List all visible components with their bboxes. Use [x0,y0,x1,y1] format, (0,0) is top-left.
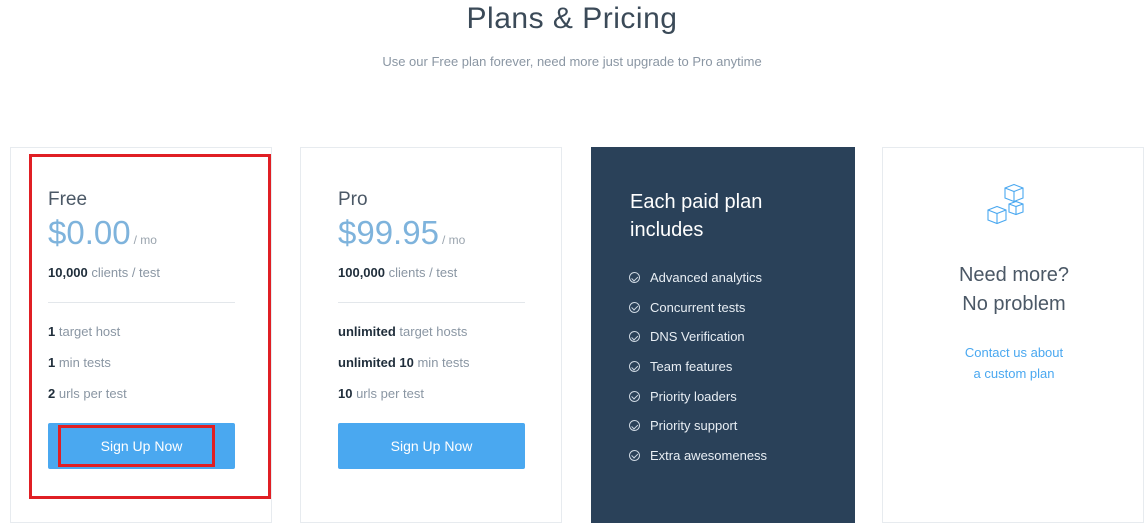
plan-feature-line: unlimited 10 min tests [338,355,469,370]
need-more-line1: Need more? [958,264,1070,286]
feature-value: unlimited 10 [338,355,414,370]
feature-item-label: Concurrent tests [650,299,746,315]
contact-link-line2: a custom plan [973,366,1055,381]
feature-item: Advanced analytics [629,263,767,293]
check-circle-icon [629,420,640,432]
feature-value: unlimited [338,324,396,339]
paid-features-card: Each paid plan includes Advanced analyti… [591,147,855,523]
custom-plan-card: Need more? No problem Contact us about a… [882,147,1144,523]
features-title: Each paid plan includes [630,191,763,241]
plan-feature-line: 10 urls per test [338,386,424,401]
clients-label: clients / test [87,265,161,280]
check-circle-icon [629,449,640,461]
check-circle-icon [629,390,640,402]
check-circle-icon [629,331,640,343]
feature-item: Priority loaders [629,381,767,411]
page-title: Plans & Pricing [466,2,678,35]
price-amount: $0.00 [48,214,131,251]
price-amount: $99.95 [338,214,439,251]
feature-item-label: Priority support [650,418,738,434]
feature-item: Extra awesomeness [629,441,767,471]
feature-item: Priority support [629,411,767,441]
feature-label: urls per test [352,386,424,401]
need-more-line2: No problem [962,293,1066,315]
clients-value: 100,000 [338,265,385,280]
plan-price: $0.00/ mo [48,214,157,252]
clients-value: 10,000 [48,265,88,280]
plan-name: Free [48,189,88,210]
check-circle-icon [629,301,640,313]
price-period: / mo [441,233,466,247]
plan-feature-line: unlimited target hosts [338,324,467,339]
feature-item-label: Priority loaders [650,388,737,404]
pro-sign-up-button[interactable]: Sign Up Now [338,423,525,469]
cubes-icon [987,184,1024,225]
check-circle-icon [629,361,640,373]
feature-label: target hosts [395,324,468,339]
feature-label: urls per test [55,386,127,401]
plan-feature-line: 1 min tests [48,355,111,370]
free-plan-card: Free $0.00/ mo 10,000 clients / test 1 t… [10,147,272,523]
feature-label: target host [55,324,121,339]
feature-item-label: Team features [650,359,733,375]
feature-item-label: Advanced analytics [650,270,763,286]
feature-label: min tests [413,355,470,370]
clients-per-test: 10,000 clients / test [48,265,160,280]
page-subtitle: Use our Free plan forever, need more jus… [382,54,762,69]
contact-us-link[interactable]: Contact us about a custom plan [883,342,1144,384]
feature-item: Team features [629,352,767,382]
feature-label: min tests [55,355,111,370]
pro-plan-card: Pro $99.95/ mo 100,000 clients / test un… [300,147,562,523]
clients-label: clients / test [385,265,458,280]
clients-per-test: 100,000 clients / test [338,265,457,280]
plan-price: $99.95/ mo [338,214,465,252]
plan-feature-line: 1 target host [48,324,120,339]
plan-name: Pro [338,189,368,210]
divider [338,302,525,303]
contact-link-line1: Contact us about [964,345,1064,360]
plan-feature-line: 2 urls per test [48,386,127,401]
check-circle-icon [629,272,640,284]
free-sign-up-button[interactable]: Sign Up Now [48,423,235,469]
features-list: Advanced analytics Concurrent tests DNS … [629,263,767,470]
feature-value: 10 [338,386,353,401]
feature-item: Concurrent tests [629,293,767,323]
divider [48,302,235,303]
feature-item: DNS Verification [629,322,767,352]
price-period: / mo [133,233,157,247]
feature-item-label: DNS Verification [650,329,745,345]
need-more-title: Need more? No problem [883,261,1144,319]
feature-item-label: Extra awesomeness [650,447,768,463]
